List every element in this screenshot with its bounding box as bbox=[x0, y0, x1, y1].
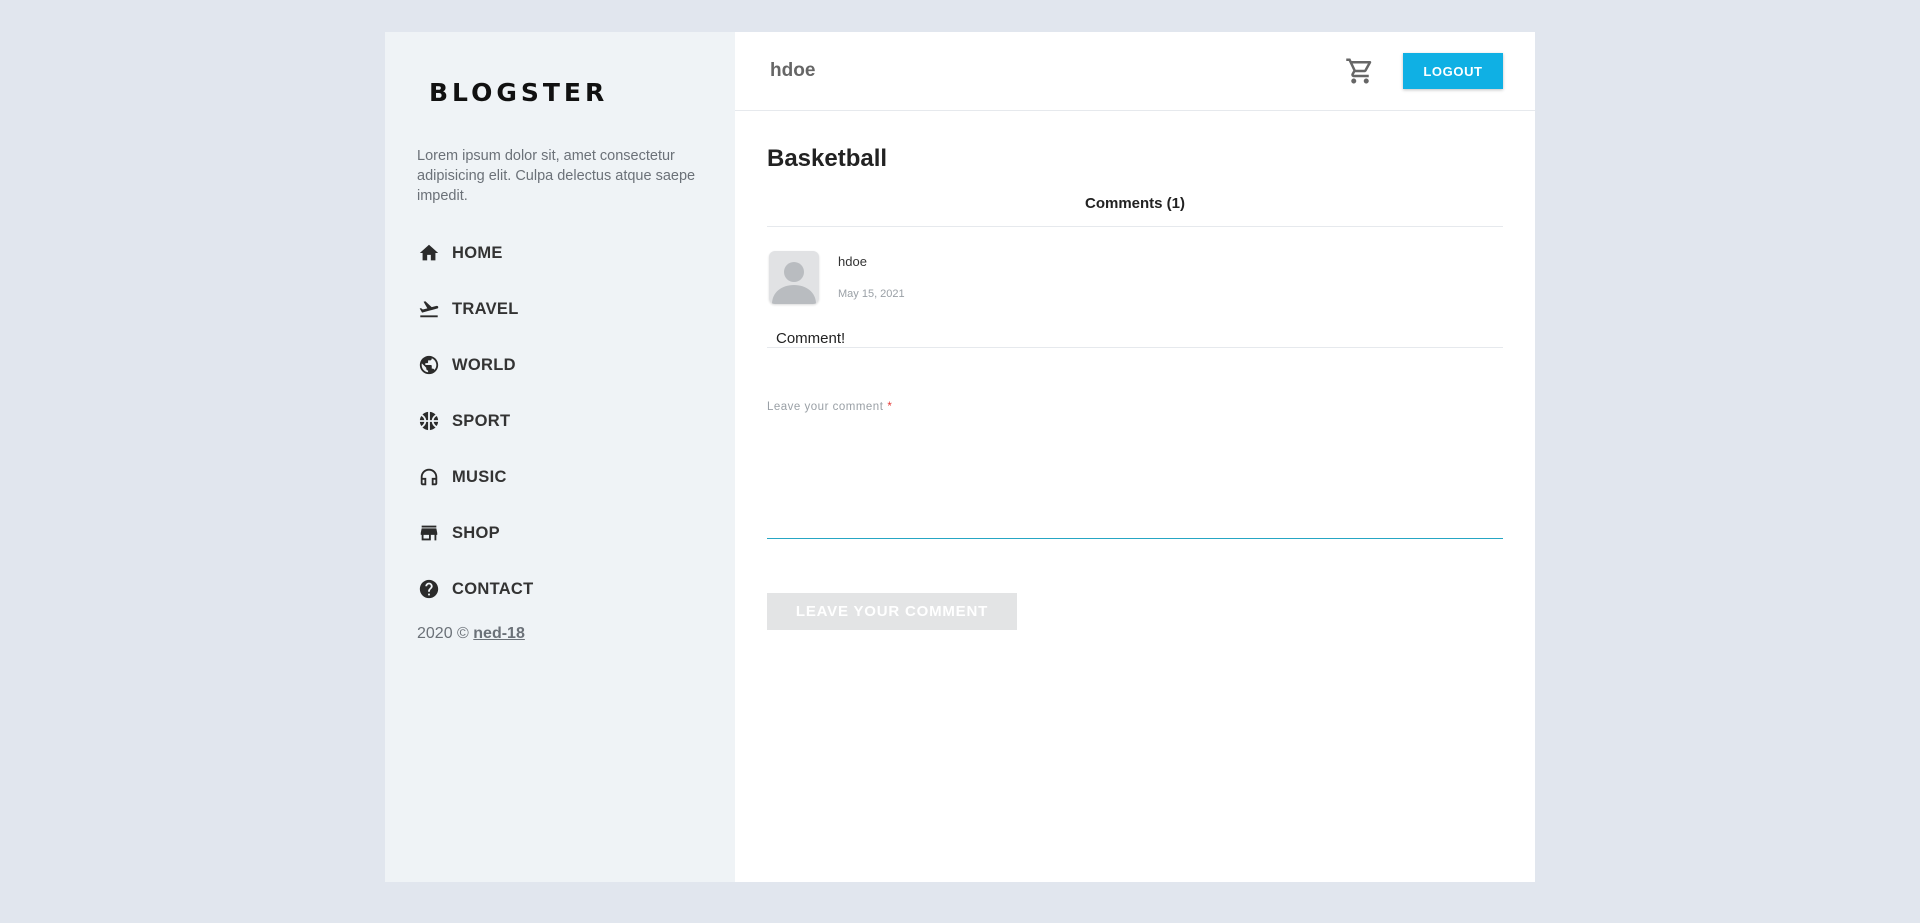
store-icon bbox=[417, 521, 441, 545]
comment-item: hdoe May 15, 2021 Comment! bbox=[767, 227, 1503, 348]
sidebar-item-travel[interactable]: TRAVEL bbox=[417, 281, 735, 337]
comment-meta: hdoe May 15, 2021 bbox=[838, 251, 905, 304]
app-window: BLOGSTER Lorem ipsum dolor sit, amet con… bbox=[385, 32, 1535, 882]
home-icon bbox=[417, 241, 441, 265]
user-placeholder-icon bbox=[772, 262, 816, 304]
comment-field-label: Leave your comment * bbox=[767, 401, 1503, 413]
help-icon bbox=[417, 577, 441, 601]
comment-text: Comment! bbox=[776, 330, 846, 347]
headphones-icon bbox=[417, 465, 441, 489]
required-mark: * bbox=[887, 401, 893, 413]
sidebar-item-label: TRAVEL bbox=[452, 299, 519, 318]
sidebar-item-music[interactable]: MUSIC bbox=[417, 449, 735, 505]
post-content: Basketball Comments (1) hdoe May 15, 202… bbox=[735, 145, 1535, 630]
logo[interactable]: BLOGSTER bbox=[429, 78, 735, 107]
comment-header: hdoe May 15, 2021 bbox=[767, 251, 1503, 304]
copyright-link[interactable]: ned-18 bbox=[473, 625, 525, 642]
username: hdoe bbox=[770, 60, 816, 81]
avatar bbox=[769, 251, 819, 304]
comment-date: May 15, 2021 bbox=[838, 288, 905, 300]
sidebar-item-label: CONTACT bbox=[452, 579, 534, 598]
top-bar: hdoe LOGOUT bbox=[735, 32, 1535, 111]
sidebar-item-label: SPORT bbox=[452, 411, 511, 430]
copyright-text: 2020 © bbox=[417, 625, 469, 642]
sidebar-item-home[interactable]: HOME bbox=[417, 225, 735, 281]
comment-author: hdoe bbox=[838, 254, 867, 269]
basketball-icon bbox=[417, 409, 441, 433]
sidebar-item-contact[interactable]: CONTACT bbox=[417, 561, 735, 617]
comments-heading: Comments (1) bbox=[767, 195, 1503, 227]
sidebar-item-label: SHOP bbox=[452, 523, 500, 542]
sidebar-nav: HOME TRAVEL WORLD SPORT MUSIC SHOP CONTA… bbox=[417, 225, 735, 617]
copyright: 2020 © ned-18 bbox=[417, 625, 735, 643]
shopping-cart-icon[interactable] bbox=[1345, 56, 1375, 86]
post-title: Basketball bbox=[767, 145, 888, 172]
comment-field-label-text: Leave your comment bbox=[767, 401, 884, 413]
sidebar-description: Lorem ipsum dolor sit, amet consectetur … bbox=[417, 148, 696, 204]
leave-comment-button[interactable]: LEAVE YOUR COMMENT bbox=[767, 593, 1017, 630]
sidebar-item-label: WORLD bbox=[452, 355, 516, 374]
main-content: hdoe LOGOUT Basketball Comments (1) hdoe… bbox=[735, 32, 1535, 882]
sidebar-item-shop[interactable]: SHOP bbox=[417, 505, 735, 561]
sidebar-item-label: MUSIC bbox=[452, 467, 507, 486]
globe-icon bbox=[417, 353, 441, 377]
sidebar-item-label: HOME bbox=[452, 243, 503, 262]
flight-takeoff-icon bbox=[417, 297, 441, 321]
logout-button[interactable]: LOGOUT bbox=[1403, 53, 1503, 89]
sidebar-item-world[interactable]: WORLD bbox=[417, 337, 735, 393]
sidebar-item-sport[interactable]: SPORT bbox=[417, 393, 735, 449]
sidebar: BLOGSTER Lorem ipsum dolor sit, amet con… bbox=[385, 32, 735, 882]
comment-textarea[interactable] bbox=[767, 413, 1503, 539]
